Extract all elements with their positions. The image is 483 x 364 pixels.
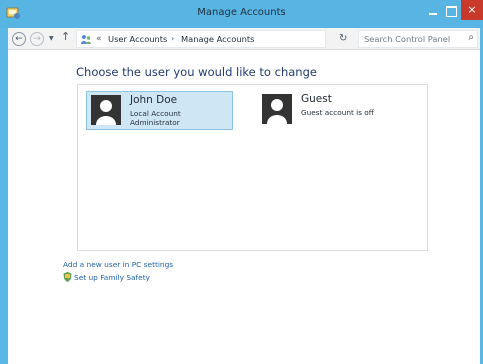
account-name: John Doe xyxy=(130,94,178,106)
navigation-bar: ← → ▼ ↑ « User Accounts › Manage Account… xyxy=(8,28,480,50)
window-title: Manage Accounts xyxy=(197,7,286,18)
address-chevrons[interactable]: « xyxy=(96,34,102,44)
breadcrumb-manage-accounts[interactable]: Manage Accounts xyxy=(181,34,254,44)
account-type: Local Account xyxy=(130,109,181,118)
account-tile-john-doe[interactable]: John Doe Local Account Administrator xyxy=(86,91,233,130)
add-new-user-link[interactable]: Add a new user in PC settings xyxy=(63,260,173,269)
account-tile-guest[interactable]: Guest Guest account is off xyxy=(258,91,388,130)
account-name: Guest xyxy=(301,93,332,105)
account-status: Guest account is off xyxy=(301,108,374,117)
refresh-button[interactable]: ↻ xyxy=(339,30,353,48)
up-button[interactable]: ↑ xyxy=(61,30,70,43)
user-avatar-icon xyxy=(262,94,292,124)
search-icon[interactable]: ⌕ xyxy=(468,32,474,43)
account-role: Administrator xyxy=(130,118,180,127)
search-input[interactable] xyxy=(364,33,454,45)
address-bar[interactable]: « User Accounts › Manage Accounts ⌄ xyxy=(76,30,401,48)
user-accounts-icon xyxy=(81,35,91,44)
breadcrumb-separator[interactable]: › xyxy=(171,34,174,43)
page-title: Choose the user you would like to change xyxy=(76,65,317,79)
close-button[interactable]: × xyxy=(461,0,483,20)
accounts-panel: John Doe Local Account Administrator Gue… xyxy=(77,84,428,251)
search-box[interactable]: ⌕ xyxy=(358,30,478,48)
back-button[interactable]: ← xyxy=(12,32,26,46)
main-content: Choose the user you would like to change… xyxy=(8,50,480,364)
minimize-button[interactable] xyxy=(424,4,442,20)
maximize-button[interactable] xyxy=(442,4,460,20)
breadcrumb-user-accounts[interactable]: User Accounts xyxy=(108,34,167,44)
forward-button[interactable]: → xyxy=(30,32,44,46)
family-safety-icon xyxy=(63,272,72,282)
title-bar: Manage Accounts × xyxy=(0,0,483,28)
recent-locations-button[interactable]: ▼ xyxy=(49,35,54,42)
family-safety-link[interactable]: Set up Family Safety xyxy=(74,273,150,282)
user-avatar-icon xyxy=(91,95,121,125)
